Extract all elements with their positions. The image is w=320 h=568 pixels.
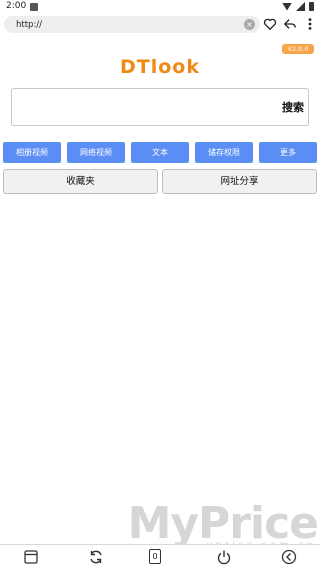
heart-icon[interactable] [263,17,277,31]
text-button[interactable]: 文本 [131,142,189,163]
storage-permission-button[interactable]: 储存权限 [195,142,253,163]
search-box: 搜索 [11,88,309,126]
big-button-row: 收藏夹 网址分享 [3,169,317,194]
share-icon[interactable] [283,17,297,31]
signal-icon [296,2,305,11]
status-time: 2:00 [6,1,27,11]
clear-url-icon[interactable]: × [244,19,255,30]
wifi-icon [282,2,292,11]
version-badge: V2.0.0 [282,44,314,54]
window-icon[interactable] [23,549,39,565]
more-menu-icon[interactable] [303,17,317,31]
favorites-button[interactable]: 收藏夹 [3,169,158,194]
status-bar: 2:00 [0,0,320,14]
back-icon[interactable] [281,549,297,565]
album-video-button[interactable]: 相册视频 [3,142,61,163]
url-bar: × [4,16,260,33]
bottom-nav: 0 [0,544,320,568]
url-share-button[interactable]: 网址分享 [162,169,317,194]
power-icon[interactable] [216,549,232,565]
battery-icon [309,2,314,11]
more-button[interactable]: 更多 [259,142,317,163]
search-input[interactable] [18,97,268,117]
notification-icon [30,3,38,11]
search-button[interactable]: 搜索 [282,99,304,115]
url-input[interactable] [16,18,236,31]
status-indicators [282,2,314,11]
app-logo: DTlook [120,56,200,78]
tab-count[interactable]: 0 [149,549,161,564]
refresh-icon[interactable] [88,549,104,565]
network-video-button[interactable]: 网络视频 [67,142,125,163]
category-button-row: 相册视频 网络视频 文本 储存权限 更多 [3,142,317,163]
